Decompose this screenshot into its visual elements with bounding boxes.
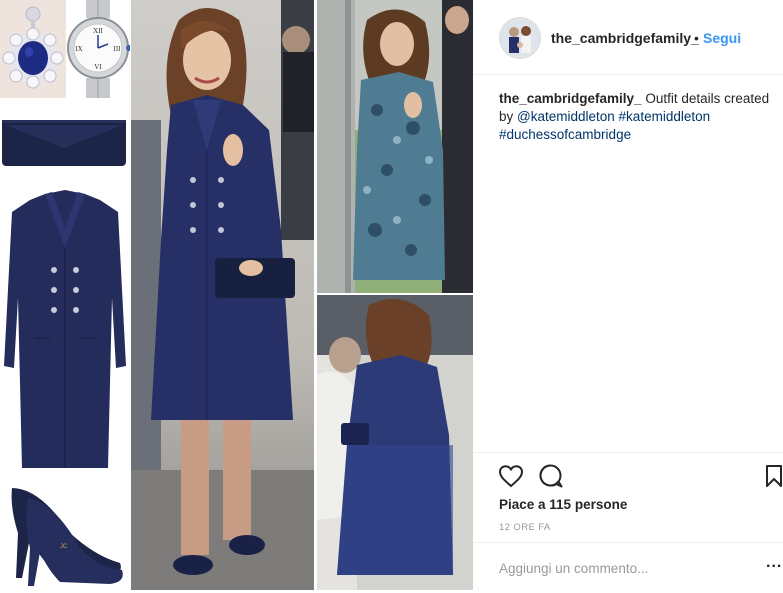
separator-dot: • [694, 30, 699, 46]
svg-text:VI: VI [94, 63, 102, 71]
post-caption: the_cambridgefamily_ Outfit details crea… [499, 90, 779, 144]
watch-image: XII III VI IX [66, 0, 130, 98]
main-outfit-photo [131, 0, 314, 590]
bookmark-icon[interactable] [765, 464, 783, 493]
back-view-photo [317, 295, 473, 590]
svg-text:III: III [114, 45, 122, 53]
avatar[interactable] [499, 17, 541, 59]
comment-bar: Aggiungi un commento... ... [473, 542, 783, 591]
svg-text:IX: IX [75, 45, 82, 53]
floral-dress-photo [317, 0, 473, 293]
header-username[interactable]: the_cambridgefamily_ [551, 30, 699, 46]
ellipsis-icon[interactable]: ... [766, 554, 782, 572]
caption-hashtag-katemiddleton[interactable]: #katemiddleton [619, 109, 711, 124]
post-header: the_cambridgefamily_ • Segui [473, 0, 783, 75]
caption-username[interactable]: the_cambridgefamily_ [499, 91, 642, 106]
caption-hashtag-duchessofcambridge[interactable]: #duchessofcambridge [499, 127, 631, 142]
caption-mention[interactable]: @katemiddleton [517, 109, 615, 124]
coat-image [0, 178, 130, 478]
clutch-image [0, 98, 130, 178]
post-image-collage[interactable]: XII III VI IX JC [0, 0, 473, 590]
post-timestamp[interactable]: 12 ORE FA [499, 522, 551, 533]
earring-image [0, 0, 66, 98]
follow-button[interactable]: Segui [703, 30, 741, 46]
comment-icon[interactable] [538, 463, 564, 494]
likes-count[interactable]: Piace a 115 persone [499, 497, 627, 512]
post-sidebar: the_cambridgefamily_ • Segui the_cambrid… [473, 0, 783, 590]
svg-text:XII: XII [93, 27, 103, 35]
comment-input[interactable]: Aggiungi un commento... [499, 561, 648, 576]
heart-icon[interactable] [498, 464, 524, 493]
svg-text:JC: JC [60, 544, 68, 550]
shoes-image: JC [0, 478, 130, 590]
